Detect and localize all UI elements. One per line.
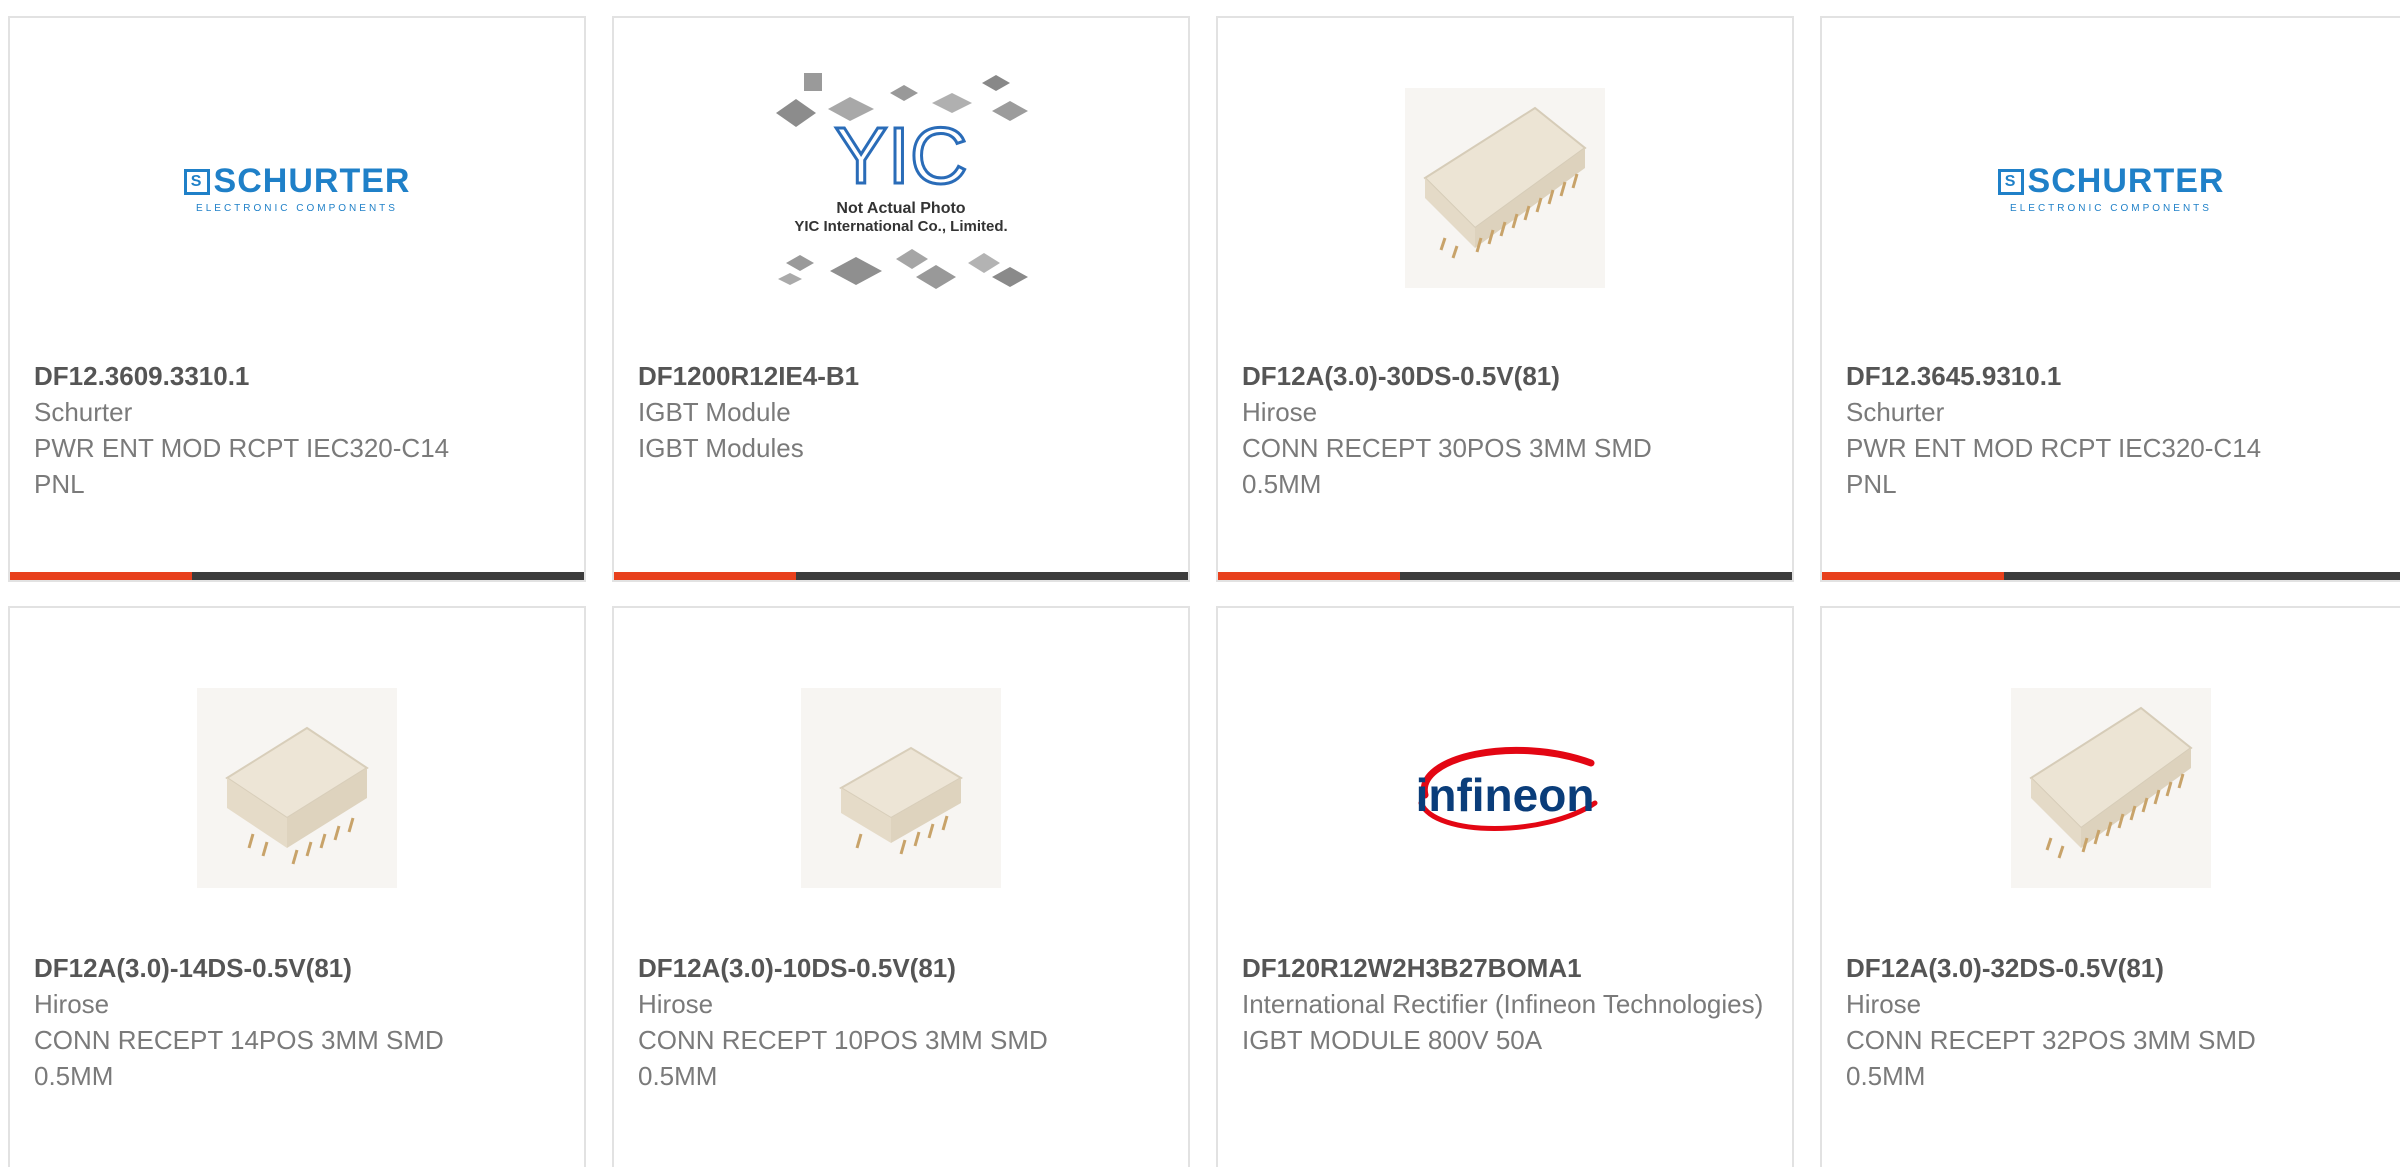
manufacturer: Hirose [638,989,714,1019]
product-image[interactable]: YIC Not Actual Photo YIC International C… [614,18,1188,358]
product-info: DF12.3609.3310.1 Schurter PWR ENT MOD RC… [34,358,560,502]
part-number-link[interactable]: DF12A(3.0)-10DS-0.5V(81) [638,950,1164,986]
manufacturer: Hirose [1846,989,1922,1019]
card-bottom-bar [10,572,584,580]
product-card[interactable]: DF12A(3.0)-32DS-0.5V(81) Hirose CONN REC… [1820,606,2400,1167]
part-number-link[interactable]: DF1200R12IE4-B1 [638,358,1164,394]
product-info: DF12A(3.0)-30DS-0.5V(81) Hirose CONN REC… [1242,358,1768,502]
product-image[interactable] [614,608,1188,968]
product-image[interactable] [10,608,584,968]
description: CONN RECEPT 10POS 3MM SMD 0.5MM [638,1025,1048,1091]
product-info: DF1200R12IE4-B1 IGBT Module IGBT Modules [638,358,1164,466]
infineon-logo: infineon [1416,746,1598,831]
card-bottom-bar [1218,572,1792,580]
product-info: DF12.3645.9310.1 Schurter PWR ENT MOD RC… [1846,358,2376,502]
part-number-link[interactable]: DF12.3645.9310.1 [1846,358,2376,394]
manufacturer: Schurter [34,397,133,427]
description: CONN RECEPT 32POS 3MM SMD 0.5MM [1846,1025,2256,1091]
schurter-logo: S SCHURTER ELECTRONIC COMPONENTS [183,162,411,214]
description: CONN RECEPT 30POS 3MM SMD 0.5MM [1242,433,1652,499]
product-image[interactable] [1822,608,2400,968]
product-card[interactable]: DF12A(3.0)-30DS-0.5V(81) Hirose CONN REC… [1216,16,1794,582]
connector-image [1405,88,1605,288]
product-image[interactable]: S SCHURTER ELECTRONIC COMPONENTS [1822,18,2400,358]
yic-placeholder-image: YIC Not Actual Photo YIC International C… [776,73,1028,289]
product-info: DF120R12W2H3B27BOMA1 International Recti… [1242,950,1768,1058]
part-number-link[interactable]: DF12.3609.3310.1 [34,358,560,394]
svg-text:YIC International Co., Limited: YIC International Co., Limited. [794,218,1007,235]
connector-image [2011,688,2211,888]
part-number-link[interactable]: DF12A(3.0)-14DS-0.5V(81) [34,950,560,986]
product-card[interactable]: DF12A(3.0)-14DS-0.5V(81) Hirose CONN REC… [8,606,586,1167]
product-image[interactable]: S SCHURTER ELECTRONIC COMPONENTS [10,18,584,358]
description: IGBT MODULE 800V 50A [1242,1025,1543,1055]
connector-image [801,688,1001,888]
schurter-logo: S SCHURTER ELECTRONIC COMPONENTS [1997,162,2225,214]
svg-text:YIC: YIC [834,111,967,200]
description: PWR ENT MOD RCPT IEC320-C14 PNL [34,433,450,499]
product-info: DF12A(3.0)-14DS-0.5V(81) Hirose CONN REC… [34,950,560,1094]
description: PWR ENT MOD RCPT IEC320-C14 PNL [1846,433,2262,499]
description: IGBT Modules [638,433,804,463]
manufacturer: Hirose [1242,397,1318,427]
product-grid: S SCHURTER ELECTRONIC COMPONENTS DF12.360… [0,0,2400,1167]
product-card[interactable]: YIC Not Actual Photo YIC International C… [612,16,1190,582]
product-card[interactable]: S SCHURTER ELECTRONIC COMPONENTS DF12.364… [1820,16,2400,582]
product-card[interactable]: S SCHURTER ELECTRONIC COMPONENTS DF12.360… [8,16,586,582]
svg-text:infineon: infineon [1416,769,1595,821]
card-bottom-bar [1822,572,2400,580]
manufacturer: Schurter [1846,397,1945,427]
manufacturer: IGBT Module [638,397,791,427]
manufacturer: Hirose [34,989,110,1019]
card-bottom-bar [614,572,1188,580]
connector-image [197,688,397,888]
product-card[interactable]: DF12A(3.0)-10DS-0.5V(81) Hirose CONN REC… [612,606,1190,1167]
product-info: DF12A(3.0)-10DS-0.5V(81) Hirose CONN REC… [638,950,1164,1094]
product-info: DF12A(3.0)-32DS-0.5V(81) Hirose CONN REC… [1846,950,2376,1094]
description: CONN RECEPT 14POS 3MM SMD 0.5MM [34,1025,444,1091]
part-number-link[interactable]: DF12A(3.0)-30DS-0.5V(81) [1242,358,1768,394]
part-number-link[interactable]: DF120R12W2H3B27BOMA1 [1242,950,1768,986]
product-image[interactable]: infineon [1218,608,1792,968]
product-card[interactable]: infineon DF120R12W2H3B27BOMA1 Internatio… [1216,606,1794,1167]
svg-text:Not Actual Photo: Not Actual Photo [836,200,965,217]
manufacturer: International Rectifier (Infineon Techno… [1242,989,1764,1019]
part-number-link[interactable]: DF12A(3.0)-32DS-0.5V(81) [1846,950,2376,986]
product-image[interactable] [1218,18,1792,358]
